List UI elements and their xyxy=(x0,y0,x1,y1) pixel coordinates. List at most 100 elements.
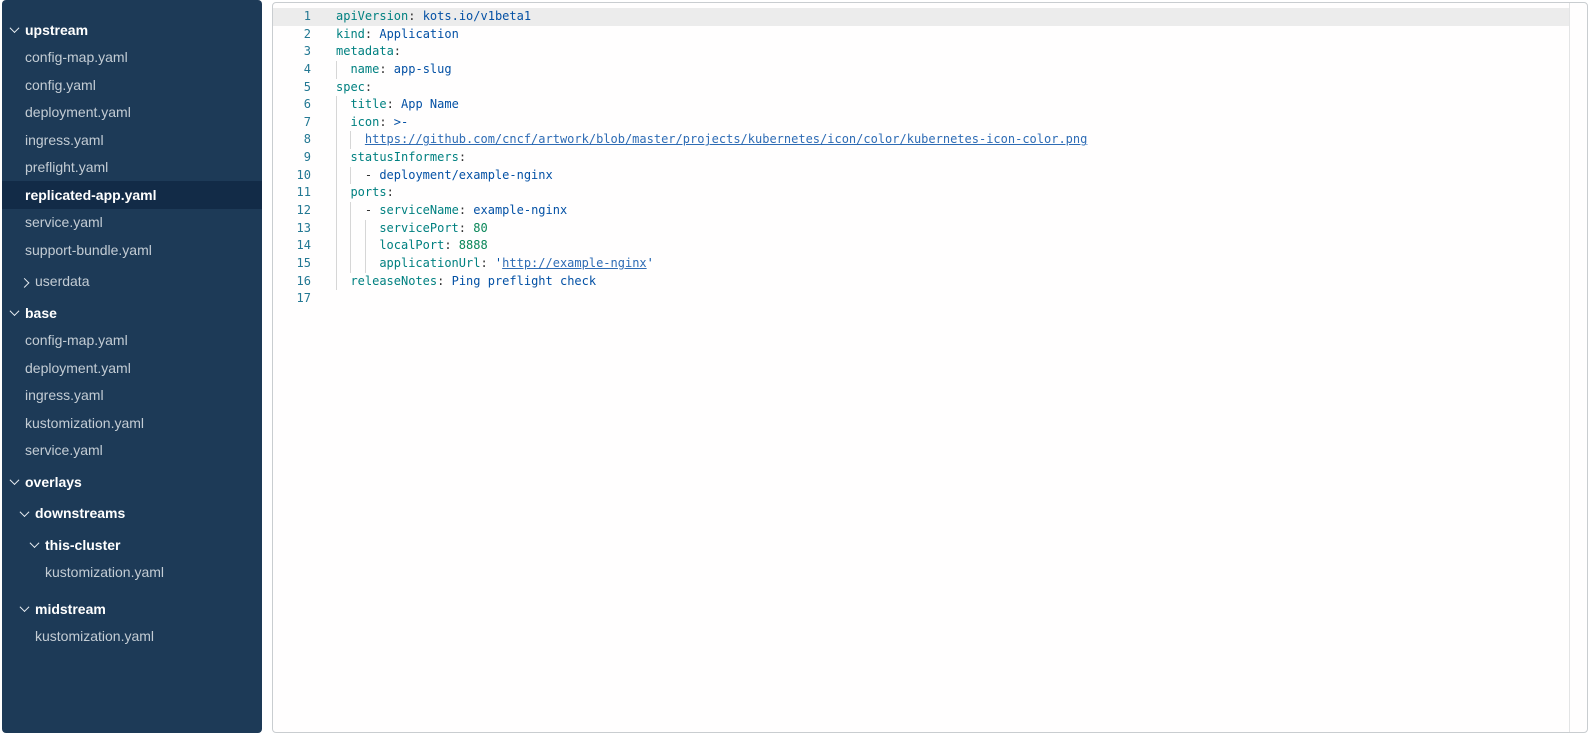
code-link[interactable]: https://github.com/cncf/artwork/blob/mas… xyxy=(365,132,1087,146)
tree-file-preflight-yaml[interactable]: preflight.yaml xyxy=(2,154,262,182)
code-token: example-nginx xyxy=(473,203,567,217)
chevron-down-icon xyxy=(10,23,20,33)
line-number: 11 xyxy=(273,184,311,202)
indent-guide xyxy=(336,114,350,132)
code-line[interactable]: 10- deployment/example-nginx xyxy=(273,167,1569,185)
tree-file-ingress-yaml[interactable]: ingress.yaml xyxy=(2,126,262,154)
tree-file-config-map-yaml[interactable]: config-map.yaml xyxy=(2,327,262,355)
tree-file-kustomization-yaml[interactable]: kustomization.yaml xyxy=(2,409,262,437)
tree-item-label: support-bundle.yaml xyxy=(25,242,152,258)
code-token: : xyxy=(365,80,372,94)
tree-file-config-map-yaml[interactable]: config-map.yaml xyxy=(2,44,262,72)
code-line[interactable]: 12- serviceName: example-nginx xyxy=(273,202,1569,220)
line-content: ports: xyxy=(336,184,1569,202)
code-editor[interactable]: 1apiVersion: kots.io/v1beta12kind: Appli… xyxy=(273,3,1569,732)
tree-file-deployment-yaml[interactable]: deployment.yaml xyxy=(2,354,262,382)
code-line[interactable]: 7icon: >- xyxy=(273,114,1569,132)
code-token: : xyxy=(379,115,393,129)
tree-file-config-yaml[interactable]: config.yaml xyxy=(2,71,262,99)
tree-item-label: base xyxy=(25,305,57,321)
code-token: >- xyxy=(394,115,408,129)
code-line[interactable]: 4name: app-slug xyxy=(273,61,1569,79)
tree-folder-base[interactable]: base xyxy=(2,299,262,327)
indent-guide xyxy=(336,202,350,220)
tree-item-label: service.yaml xyxy=(25,214,103,230)
code-line[interactable]: 11 ports: xyxy=(273,184,1569,202)
code-line[interactable]: 9statusInformers: xyxy=(273,149,1569,167)
tree-file-replicated-app-yaml[interactable]: replicated-app.yaml xyxy=(2,181,262,209)
code-token: title xyxy=(350,97,386,111)
tree-item-label: config-map.yaml xyxy=(25,49,128,65)
code-token: App Name xyxy=(401,97,459,111)
line-number: 14 xyxy=(273,237,311,255)
editor-scrollbar[interactable] xyxy=(1569,3,1587,732)
tree-item-label: kustomization.yaml xyxy=(35,628,154,644)
tree-item-label: midstream xyxy=(35,601,106,617)
tree-folder-midstream[interactable]: midstream xyxy=(2,595,262,623)
file-tree-sidebar: upstream config-map.yaml config.yaml deploy… xyxy=(2,0,262,733)
code-token: serviceName xyxy=(379,203,458,217)
code-token: icon xyxy=(350,115,379,129)
chevron-down-icon xyxy=(10,306,20,316)
line-content: localPort: 8888 xyxy=(336,237,1569,255)
code-line[interactable]: 16releaseNotes: Ping preflight check xyxy=(273,273,1569,291)
line-content: title: App Name xyxy=(336,96,1569,114)
code-line[interactable]: 8 https://github.com/cncf/artwork/blob/ma… xyxy=(273,131,1569,149)
code-line[interactable]: 6title: App Name xyxy=(273,96,1569,114)
code-link[interactable]: http://example-nginx xyxy=(502,256,647,270)
code-token: ports xyxy=(350,185,386,199)
tree-item-label: ingress.yaml xyxy=(25,132,104,148)
tree-item-label: service.yaml xyxy=(25,442,103,458)
code-token: : xyxy=(394,44,401,58)
code-token: statusInformers xyxy=(350,150,458,164)
code-line[interactable]: 2kind: Application xyxy=(273,26,1569,44)
tree-file-ingress-yaml[interactable]: ingress.yaml xyxy=(2,382,262,410)
tree-item-label: downstreams xyxy=(35,505,125,521)
line-number: 8 xyxy=(273,131,311,149)
code-token: : xyxy=(459,203,473,217)
line-content xyxy=(336,290,1569,308)
tree-item-label: deployment.yaml xyxy=(25,360,131,376)
tree-folder-downstreams[interactable]: downstreams xyxy=(2,500,262,528)
code-token: localPort xyxy=(379,238,444,252)
tree-file-service-yaml[interactable]: service.yaml xyxy=(2,437,262,465)
tree-file-service-yaml[interactable]: service.yaml xyxy=(2,209,262,237)
line-content: statusInformers: xyxy=(336,149,1569,167)
line-number: 13 xyxy=(273,220,311,238)
code-token: metadata xyxy=(336,44,394,58)
line-decoration xyxy=(311,273,336,291)
code-line[interactable]: 17 xyxy=(273,290,1569,308)
code-line[interactable]: 5spec: xyxy=(273,79,1569,97)
code-token: : xyxy=(408,9,422,23)
indent-guide xyxy=(350,237,364,255)
tree-folder-upstream[interactable]: upstream xyxy=(2,16,262,44)
code-line[interactable]: 13servicePort: 80 xyxy=(273,220,1569,238)
line-decoration xyxy=(311,220,336,238)
line-content: spec: xyxy=(336,79,1569,97)
tree-file-kustomization-yaml[interactable]: kustomization.yaml xyxy=(2,623,262,651)
tree-folder-this-cluster[interactable]: this-cluster xyxy=(2,531,262,559)
tree-item-label: replicated-app.yaml xyxy=(25,187,157,203)
code-line[interactable]: 15applicationUrl: 'http://example-nginx' xyxy=(273,255,1569,273)
tree-file-support-bundle-yaml[interactable]: support-bundle.yaml xyxy=(2,236,262,264)
indent-guide xyxy=(336,96,350,114)
tree-item-label: deployment.yaml xyxy=(25,104,131,120)
tree-file-deployment-yaml[interactable]: deployment.yaml xyxy=(2,99,262,127)
line-content: name: app-slug xyxy=(336,61,1569,79)
chevron-down-icon xyxy=(20,507,30,517)
code-token: ' xyxy=(647,256,654,270)
code-line[interactable]: 3 metadata: xyxy=(273,43,1569,61)
tree-file-kustomization-yaml[interactable]: kustomization.yaml xyxy=(2,559,262,587)
code-token: spec xyxy=(336,80,365,94)
code-line[interactable]: 14 localPort: 8888 xyxy=(273,237,1569,255)
tree-folder-overlays[interactable]: overlays xyxy=(2,468,262,496)
indent-guide xyxy=(336,131,350,149)
code-token: apiVersion xyxy=(336,9,408,23)
chevron-right-icon xyxy=(20,278,30,288)
code-line[interactable]: 1apiVersion: kots.io/v1beta1 xyxy=(273,8,1569,26)
tree-folder-userdata[interactable]: userdata xyxy=(2,268,262,296)
line-decoration xyxy=(311,8,336,26)
code-token: : xyxy=(365,27,379,41)
line-number: 3 xyxy=(273,43,311,61)
code-token: deployment/example-nginx xyxy=(379,168,552,182)
